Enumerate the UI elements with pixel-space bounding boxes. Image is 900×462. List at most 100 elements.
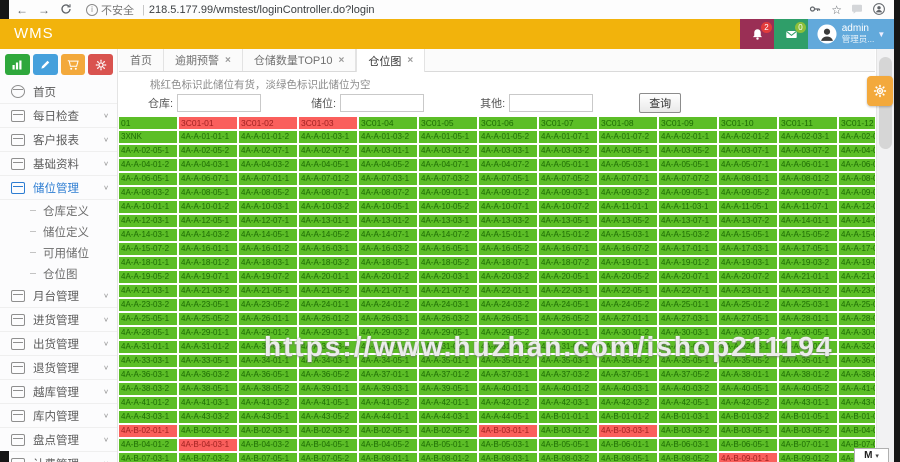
grid-cell[interactable]: 4A-A-15-01-1 bbox=[479, 229, 537, 241]
grid-cell[interactable]: 4A-A-10-05-1 bbox=[359, 201, 417, 213]
grid-cell[interactable]: 4A-A-02-01-2 bbox=[719, 131, 777, 143]
grid-cell[interactable]: 4A-B-01-05-2 bbox=[839, 411, 875, 423]
grid-cell[interactable]: 4A-B-07-03-1 bbox=[119, 453, 177, 462]
grid-cell[interactable]: 4A-B-08-03-2 bbox=[539, 453, 597, 462]
refresh-icon[interactable] bbox=[60, 3, 73, 16]
grid-cell[interactable]: 4A-A-38-03-1 bbox=[839, 369, 875, 381]
grid-cell[interactable]: 4A-A-10-07-1 bbox=[479, 201, 537, 213]
grid-cell[interactable]: 4A-A-37-05-2 bbox=[659, 369, 717, 381]
forward-arrow-icon[interactable]: → bbox=[38, 3, 50, 17]
grid-cell[interactable]: 4A-B-02-01-1 bbox=[119, 425, 177, 437]
grid-cell[interactable]: 4A-B-04-05-2 bbox=[359, 439, 417, 451]
grid-cell[interactable]: 4A-A-29-01-1 bbox=[179, 327, 237, 339]
grid-cell[interactable]: 4A-A-40-03-2 bbox=[659, 383, 717, 395]
grid-cell[interactable]: 4A-A-21-01-2 bbox=[839, 271, 875, 283]
grid-cell[interactable]: 4A-A-26-01-1 bbox=[239, 313, 297, 325]
grid-cell[interactable]: 4A-B-01-03-1 bbox=[659, 411, 717, 423]
grid-cell[interactable]: 4A-A-17-03-1 bbox=[719, 243, 777, 255]
grid-cell[interactable]: 4A-A-20-07-2 bbox=[719, 271, 777, 283]
grid-cell[interactable]: 4A-A-28-03-1 bbox=[839, 313, 875, 325]
grid-cell[interactable]: 4A-A-21-03-1 bbox=[119, 285, 177, 297]
grid-cell[interactable]: 4A-A-07-07-2 bbox=[659, 173, 717, 185]
grid-header-cell[interactable]: 3C01-06 bbox=[479, 117, 537, 129]
cart-button[interactable] bbox=[60, 54, 86, 75]
grid-cell[interactable]: 4A-A-37-03-1 bbox=[479, 369, 537, 381]
grid-cell[interactable]: 4A-A-20-01-2 bbox=[359, 271, 417, 283]
grid-cell[interactable]: 4A-A-04-07-2 bbox=[479, 159, 537, 171]
grid-cell[interactable]: 4A-A-05-07-1 bbox=[719, 159, 777, 171]
grid-cell[interactable]: 4A-A-03-03-1 bbox=[479, 145, 537, 157]
sidebar-item-每日检查[interactable]: 每日检查 ∨ bbox=[0, 104, 117, 128]
grid-cell[interactable]: 4A-A-11-05-1 bbox=[719, 201, 777, 213]
grid-cell[interactable]: 4A-A-22-01-1 bbox=[479, 285, 537, 297]
grid-cell[interactable]: 4A-A-20-01-1 bbox=[299, 271, 357, 283]
grid-cell[interactable]: 4A-A-11-07-1 bbox=[779, 201, 837, 213]
grid-cell[interactable]: 4A-A-01-05-2 bbox=[479, 131, 537, 143]
grid-cell[interactable]: 4A-B-08-01-2 bbox=[419, 453, 477, 462]
grid-cell[interactable]: 4A-A-13-05-2 bbox=[599, 215, 657, 227]
key-icon[interactable] bbox=[809, 3, 822, 16]
grid-cell[interactable]: 4A-B-05-01-1 bbox=[419, 439, 477, 451]
grid-cell[interactable]: 4A-A-18-05-1 bbox=[359, 257, 417, 269]
grid-cell[interactable]: 4A-A-16-03-2 bbox=[359, 243, 417, 255]
grid-cell[interactable]: 3XNK bbox=[119, 131, 177, 143]
grid-cell[interactable]: 4A-A-33-05-1 bbox=[179, 355, 237, 367]
grid-cell[interactable]: 4A-A-08-01-2 bbox=[779, 173, 837, 185]
grid-cell[interactable]: 4A-A-24-05-1 bbox=[539, 299, 597, 311]
grid-cell[interactable]: 4A-A-15-01-2 bbox=[539, 229, 597, 241]
tab-close-icon[interactable]: × bbox=[407, 55, 413, 66]
grid-cell[interactable]: 4A-A-21-05-1 bbox=[239, 285, 297, 297]
grid-cell[interactable]: 4A-A-41-05-2 bbox=[359, 397, 417, 409]
grid-cell[interactable]: 4A-A-36-01-2 bbox=[839, 355, 875, 367]
grid-cell[interactable]: 4A-A-15-07-1 bbox=[839, 229, 875, 241]
grid-cell[interactable]: 4A-A-06-05-1 bbox=[119, 173, 177, 185]
grid-cell[interactable]: 4A-A-03-07-2 bbox=[779, 145, 837, 157]
grid-header-cell[interactable]: 3C01-05 bbox=[419, 117, 477, 129]
grid-header-cell[interactable]: 3C01-07 bbox=[539, 117, 597, 129]
grid-cell[interactable]: 4A-A-09-03-1 bbox=[539, 187, 597, 199]
grid-cell[interactable]: 4A-B-01-01-2 bbox=[599, 411, 657, 423]
grid-cell[interactable]: 4A-A-04-05-2 bbox=[359, 159, 417, 171]
grid-cell[interactable]: 4A-B-07-03-2 bbox=[179, 453, 237, 462]
grid-cell[interactable]: 4A-A-21-01-1 bbox=[779, 271, 837, 283]
grid-cell[interactable]: 4A-B-03-01-2 bbox=[539, 425, 597, 437]
grid-cell[interactable]: 4A-A-42-05-1 bbox=[659, 397, 717, 409]
tab-仓位图[interactable]: 仓位图 × bbox=[356, 49, 426, 72]
sidebar-subitem-储位定义[interactable]: 储位定义 bbox=[0, 221, 117, 242]
grid-cell[interactable]: 4A-A-33-03-1 bbox=[119, 355, 177, 367]
grid-cell[interactable]: 4A-A-15-05-2 bbox=[779, 229, 837, 241]
grid-cell[interactable]: 4A-B-08-01-1 bbox=[359, 453, 417, 462]
grid-cell[interactable]: 4A-A-04-03-2 bbox=[239, 159, 297, 171]
grid-cell[interactable]: 4A-A-15-03-2 bbox=[659, 229, 717, 241]
grid-cell[interactable]: 4A-A-01-01-2 bbox=[239, 131, 297, 143]
grid-cell[interactable]: 4A-A-27-03-1 bbox=[659, 313, 717, 325]
grid-cell[interactable]: 4A-A-38-01-1 bbox=[719, 369, 777, 381]
grid-header-cell[interactable]: 3C01-01 bbox=[179, 117, 237, 129]
grid-cell[interactable]: 4A-B-02-03-2 bbox=[299, 425, 357, 437]
sidebar-item-月台管理[interactable]: 月台管理 ∨ bbox=[0, 284, 117, 308]
grid-cell[interactable]: 4A-A-14-01-2 bbox=[839, 215, 875, 227]
grid-cell[interactable]: 4A-A-22-03-1 bbox=[539, 285, 597, 297]
grid-cell[interactable]: 4A-B-07-05-2 bbox=[299, 453, 357, 462]
search-button[interactable]: 查询 bbox=[639, 93, 682, 113]
grid-cell[interactable]: 4A-A-01-05-1 bbox=[419, 131, 477, 143]
grid-cell[interactable]: 4A-B-02-03-1 bbox=[239, 425, 297, 437]
grid-cell[interactable]: 4A-A-25-03-1 bbox=[779, 299, 837, 311]
grid-cell[interactable]: 4A-A-09-07-1 bbox=[779, 187, 837, 199]
grid-cell[interactable]: 4A-A-03-05-2 bbox=[659, 145, 717, 157]
grid-cell[interactable]: 4A-A-03-03-2 bbox=[539, 145, 597, 157]
grid-cell[interactable]: 4A-A-09-05-2 bbox=[719, 187, 777, 199]
grid-cell[interactable]: 4A-A-19-07-1 bbox=[179, 271, 237, 283]
grid-cell[interactable]: 4A-A-32-05-1 bbox=[839, 341, 875, 353]
edit-button[interactable] bbox=[32, 54, 58, 75]
grid-cell[interactable]: 4A-A-02-05-2 bbox=[179, 145, 237, 157]
grid-cell[interactable]: 4A-A-10-05-2 bbox=[419, 201, 477, 213]
grid-cell[interactable]: 4A-A-12-03-1 bbox=[119, 215, 177, 227]
grid-cell[interactable]: 4A-A-01-03-2 bbox=[359, 131, 417, 143]
grid-cell[interactable]: 4A-A-37-01-1 bbox=[359, 369, 417, 381]
grid-cell[interactable]: 4A-A-26-05-2 bbox=[539, 313, 597, 325]
grid-cell[interactable]: 4A-A-24-01-1 bbox=[299, 299, 357, 311]
grid-cell[interactable]: 4A-A-23-01-1 bbox=[719, 285, 777, 297]
grid-cell[interactable]: 4A-A-13-03-1 bbox=[419, 215, 477, 227]
grid-cell[interactable]: 4A-A-23-05-1 bbox=[179, 299, 237, 311]
